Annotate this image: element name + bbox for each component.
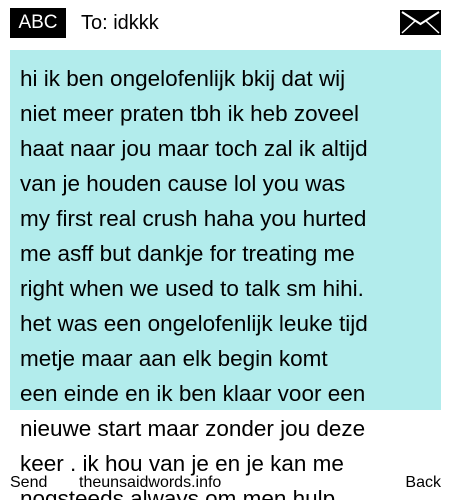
compose-header: ABC To: idkkk (0, 0, 450, 46)
site-watermark: theunsaidwords.info (79, 474, 222, 491)
send-softkey[interactable]: Send (10, 473, 47, 493)
softkey-bar: Send theunsaidwords.info Back (0, 473, 450, 495)
message-body[interactable]: hi ik ben ongelofenlijk bkij dat wij nie… (10, 50, 441, 500)
input-mode-indicator[interactable]: ABC (10, 8, 66, 38)
message-text[interactable]: hi ik ben ongelofenlijk bkij dat wij nie… (20, 61, 438, 500)
back-softkey[interactable]: Back (405, 473, 441, 493)
recipient-line[interactable]: To: idkkk (81, 10, 159, 36)
phone-screen: ABC To: idkkk hi ik ben ongelofenlijk bk… (0, 0, 450, 500)
envelope-icon (400, 10, 441, 35)
